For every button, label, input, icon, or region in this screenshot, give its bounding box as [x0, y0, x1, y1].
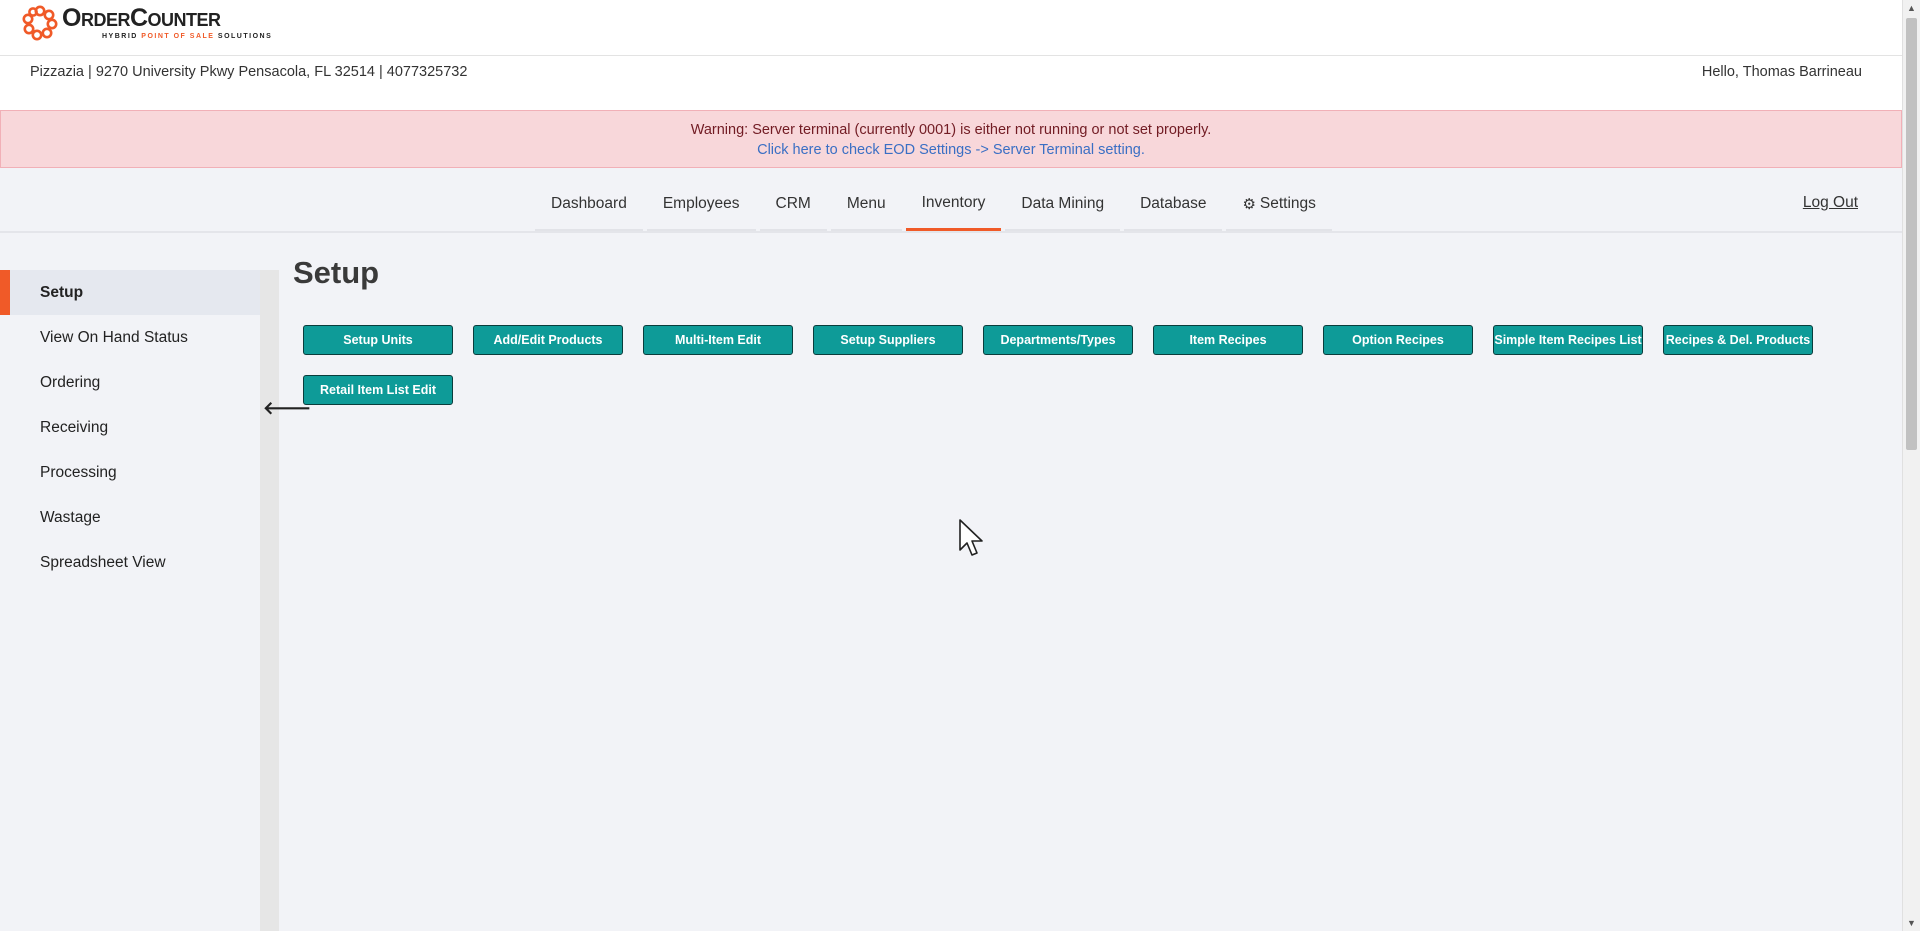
main-nav: Dashboard Employees CRM Menu Inventory D…	[533, 178, 1334, 231]
sidebar: Setup View On Hand Status Ordering Recei…	[0, 270, 260, 931]
nav-menu[interactable]: Menu	[830, 178, 902, 231]
logo-mark-icon	[22, 5, 58, 40]
warning-message: Warning: Server terminal (currently 0001…	[690, 122, 1212, 138]
info-bar: Pizzazia | 9270 University Pkwy Pensacol…	[0, 56, 1902, 110]
top-bar: OrderCounter HYBRID POINT OF SALE SOLUTI…	[0, 0, 1902, 56]
page-title: Setup	[293, 255, 380, 290]
scroll-down-icon[interactable]: ▼	[1907, 918, 1916, 928]
main-navbar: Dashboard Employees CRM Menu Inventory D…	[0, 168, 1902, 233]
nav-employees[interactable]: Employees	[646, 178, 756, 231]
logout-link[interactable]: Log Out	[1803, 194, 1858, 212]
recipes-del-products-button[interactable]: Recipes & Del. Products	[1663, 325, 1813, 355]
nav-data-mining[interactable]: Data Mining	[1005, 178, 1121, 231]
sidebar-item-setup[interactable]: Setup	[0, 270, 260, 315]
setup-units-button[interactable]: Setup Units	[303, 325, 453, 355]
page-scrollbar[interactable]: ▲ ▼	[1902, 0, 1920, 931]
retail-item-list-edit-button[interactable]: Retail Item List Edit	[303, 375, 453, 405]
nav-crm[interactable]: CRM	[759, 178, 827, 231]
eod-settings-link[interactable]: Click here to check EOD Settings -> Serv…	[1, 140, 1901, 160]
item-recipes-button[interactable]: Item Recipes	[1153, 325, 1303, 355]
warning-banner: Warning: Server terminal (currently 0001…	[0, 110, 1902, 168]
brand-tagline: HYBRID POINT OF SALE SOLUTIONS	[102, 33, 273, 40]
mouse-cursor-icon	[959, 519, 983, 556]
nav-inventory[interactable]: Inventory	[905, 178, 1002, 231]
sidebar-item-wastage[interactable]: Wastage	[0, 495, 260, 540]
simple-item-recipes-list-button[interactable]: Simple Item Recipes List	[1493, 325, 1643, 355]
sidebar-item-ordering[interactable]: Ordering	[0, 360, 260, 405]
brand-name: OrderCounter	[62, 4, 221, 32]
gear-icon: ⚙	[1242, 195, 1256, 213]
multi-item-edit-button[interactable]: Multi-Item Edit	[643, 325, 793, 355]
setup-suppliers-button[interactable]: Setup Suppliers	[813, 325, 963, 355]
nav-database[interactable]: Database	[1124, 178, 1223, 231]
sidebar-item-spreadsheet-view[interactable]: Spreadsheet View	[0, 540, 260, 585]
nav-dashboard[interactable]: Dashboard	[535, 178, 643, 231]
brand-logo[interactable]: OrderCounter HYBRID POINT OF SALE SOLUTI…	[22, 4, 272, 41]
sidebar-item-receiving[interactable]: Receiving	[0, 405, 260, 450]
option-recipes-button[interactable]: Option Recipes	[1323, 325, 1473, 355]
departments-types-button[interactable]: Departments/Types	[983, 325, 1133, 355]
user-greeting: Hello, Thomas Barrineau	[1701, 64, 1862, 80]
main-content: Setup Setup Units Add/Edit Products Mult…	[293, 255, 1813, 405]
sidebar-collapse-strip: 🡐	[260, 270, 311, 931]
add-edit-products-button[interactable]: Add/Edit Products	[473, 325, 623, 355]
sidebar-item-processing[interactable]: Processing	[0, 450, 260, 495]
setup-button-grid: Setup Units Add/Edit Products Multi-Item…	[303, 325, 1853, 425]
store-info: Pizzazia | 9270 University Pkwy Pensacol…	[30, 64, 468, 80]
scroll-up-icon[interactable]: ▲	[1907, 3, 1916, 13]
scrollbar-thumb[interactable]	[1906, 18, 1917, 450]
nav-settings[interactable]: ⚙ Settings	[1226, 178, 1332, 231]
sidebar-item-view-on-hand-status[interactable]: View On Hand Status	[0, 315, 260, 360]
